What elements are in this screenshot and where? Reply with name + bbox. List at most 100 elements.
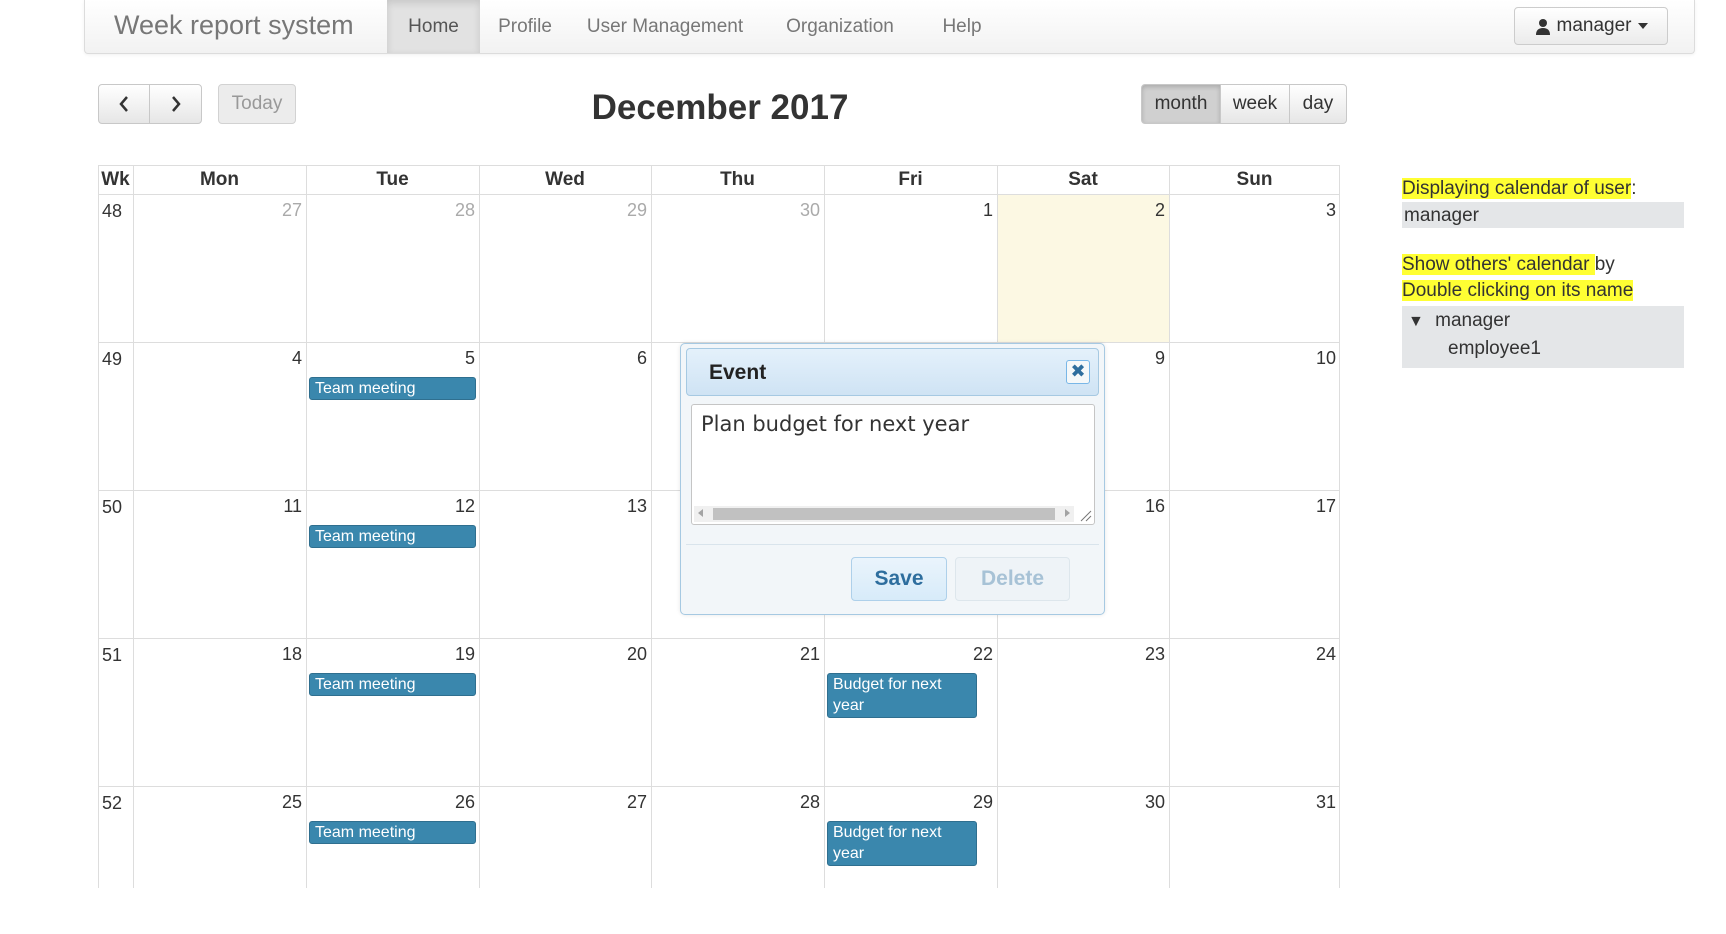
user-menu-label: manager: [1556, 15, 1632, 36]
chevron-right-icon: [171, 96, 181, 112]
day-number: 22: [972, 644, 993, 664]
day-number: 28: [799, 792, 820, 812]
tree-node-label: employee1: [1448, 338, 1541, 359]
current-user-display: manager: [1402, 202, 1684, 228]
event-text-field[interactable]: Plan budget for next year: [691, 404, 1095, 525]
prev-button[interactable]: [98, 84, 150, 124]
dialog-titlebar[interactable]: Event ✖: [686, 348, 1099, 396]
day-number: 30: [1144, 792, 1165, 812]
view-month-button[interactable]: month: [1141, 84, 1221, 124]
day-number: 30: [799, 200, 820, 220]
grid-line: [98, 786, 1340, 787]
day-number: 21: [799, 644, 820, 664]
day-number: 17: [1315, 496, 1336, 516]
event-text-value: Plan budget for next year: [701, 412, 970, 436]
calendar-event[interactable]: Team meeting: [309, 821, 476, 844]
view-day-button[interactable]: day: [1289, 84, 1347, 124]
caret-down-icon: [1637, 23, 1648, 29]
day-number: 19: [454, 644, 475, 664]
calendar-event[interactable]: Budget for next year: [827, 673, 977, 718]
close-icon[interactable]: ✖: [1066, 360, 1090, 384]
save-button[interactable]: Save: [851, 557, 947, 601]
calendar-title: December 2017: [591, 88, 849, 127]
grid-line: [306, 165, 307, 888]
double-click-label: Double clicking on its name: [1402, 280, 1684, 306]
grid-line: [98, 165, 99, 888]
delete-button[interactable]: Delete: [955, 557, 1070, 601]
day-number: 1: [982, 200, 993, 220]
day-number: 2: [1154, 200, 1165, 220]
day-header-tue: Tue: [376, 169, 409, 190]
day-header-sun: Sun: [1236, 169, 1273, 190]
day-number: 31: [1315, 792, 1336, 812]
day-header-wed: Wed: [545, 169, 585, 190]
scrollbar-thumb[interactable]: [713, 508, 1055, 520]
horizontal-scrollbar[interactable]: [694, 506, 1074, 522]
grid-line: [1169, 165, 1170, 888]
day-number: 24: [1315, 644, 1336, 664]
week-number: 52: [102, 793, 123, 813]
double-click-highlight: Double clicking on its name: [1402, 280, 1634, 301]
nav-profile[interactable]: Profile: [482, 0, 568, 53]
next-button[interactable]: [149, 84, 202, 124]
scroll-right-icon[interactable]: [1065, 509, 1070, 517]
day-number: 10: [1315, 348, 1336, 368]
tree-node-manager[interactable]: ▼ manager: [1408, 310, 1682, 338]
day-number: 28: [454, 200, 475, 220]
navbar: Week report system Home Profile User Man…: [84, 0, 1695, 54]
nav-help[interactable]: Help: [927, 0, 997, 53]
day-number: 25: [281, 792, 302, 812]
day-number: 12: [454, 496, 475, 516]
resize-grip-icon[interactable]: [1078, 508, 1092, 522]
grid-line: [1339, 165, 1340, 888]
today-button[interactable]: Today: [218, 84, 296, 124]
displaying-label-colon: :: [1631, 178, 1637, 199]
day-number: 29: [972, 792, 993, 812]
day-number: 3: [1325, 200, 1336, 220]
calendar-event[interactable]: Team meeting: [309, 525, 476, 548]
day-number: 4: [291, 348, 302, 368]
grid-line: [98, 165, 1340, 166]
grid-line: [133, 165, 134, 888]
grid-line: [479, 165, 480, 888]
day-number: 6: [636, 348, 647, 368]
sidebar: Displaying calendar of user: manager Sho…: [1402, 178, 1684, 368]
user-tree: ▼ manager employee1: [1402, 306, 1684, 368]
displaying-calendar-label: Displaying calendar of user:: [1402, 178, 1684, 202]
day-number: 26: [454, 792, 475, 812]
calendar-event[interactable]: Team meeting: [309, 377, 476, 400]
week-number: 49: [102, 349, 123, 369]
day-number: 20: [626, 644, 647, 664]
brand[interactable]: Week report system: [114, 10, 354, 41]
week-number: 48: [102, 201, 123, 221]
day-number: 27: [626, 792, 647, 812]
chevron-left-icon: [119, 96, 128, 112]
current-user-name: manager: [1404, 205, 1479, 226]
day-header-thu: Thu: [720, 169, 755, 190]
calendar-event[interactable]: Budget for next year: [827, 821, 977, 866]
triangle-down-icon[interactable]: ▼: [1408, 313, 1424, 330]
tree-node-label: manager: [1435, 310, 1511, 331]
view-week-button[interactable]: week: [1220, 84, 1290, 124]
grid-line: [651, 165, 652, 888]
show-others-label: Show others' calendar by: [1402, 254, 1684, 280]
day-header-fri: Fri: [898, 169, 923, 190]
day-header-mon: Mon: [199, 169, 240, 190]
tree-node-employee1[interactable]: employee1: [1408, 338, 1682, 366]
show-others-highlight: Show others' calendar: [1402, 254, 1595, 275]
scroll-left-icon[interactable]: [698, 509, 703, 517]
day-number: 18: [281, 644, 302, 664]
day-number: 13: [626, 496, 647, 516]
displaying-label-highlight: Displaying calendar of user: [1402, 178, 1632, 199]
dialog-title: Event: [709, 361, 767, 384]
day-number: 23: [1144, 644, 1165, 664]
week-number-header: Wk: [101, 169, 130, 190]
grid-line: [98, 194, 1340, 195]
calendar-event[interactable]: Team meeting: [309, 673, 476, 696]
nav-home[interactable]: Home: [387, 0, 480, 53]
user-menu-button[interactable]: manager: [1514, 7, 1668, 45]
day-header-sat: Sat: [1068, 169, 1098, 190]
nav-organization[interactable]: Organization: [765, 0, 915, 53]
nav-user-management[interactable]: User Management: [575, 0, 755, 53]
show-others-rest: by: [1594, 254, 1615, 275]
